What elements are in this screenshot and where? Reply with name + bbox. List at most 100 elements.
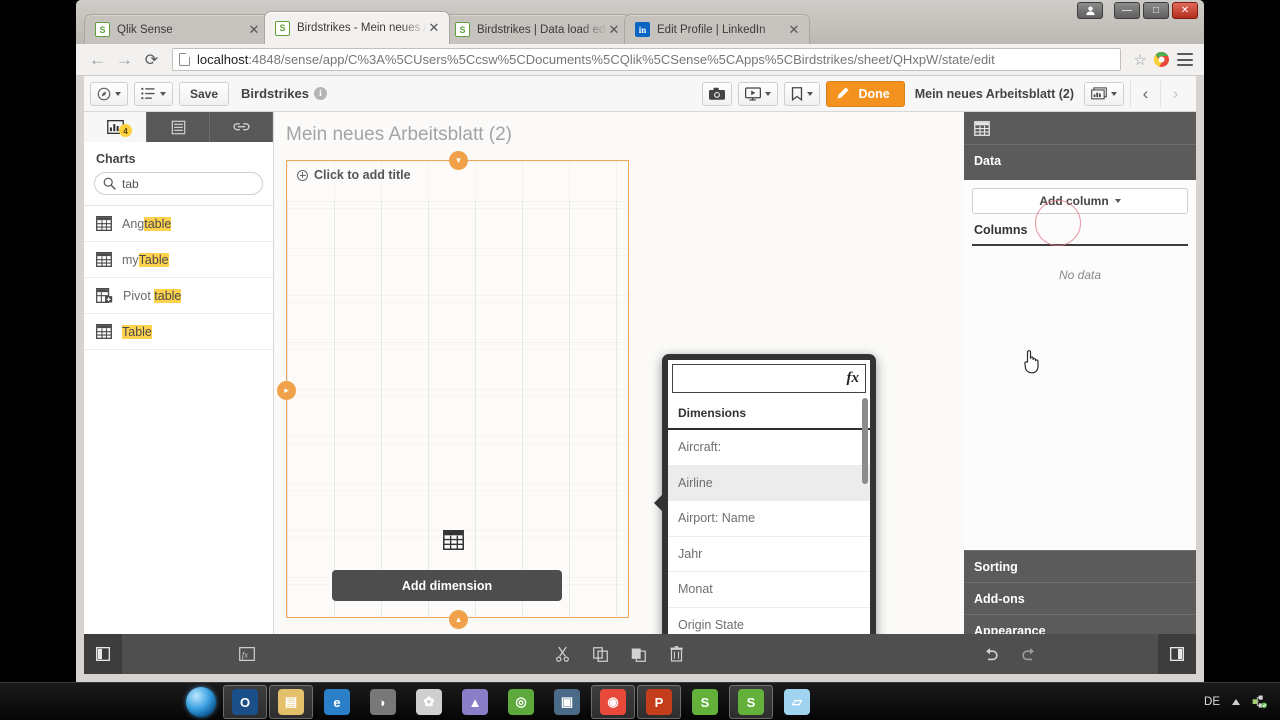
outlook-icon: O: [232, 689, 258, 715]
left-panel-toggle-button[interactable]: [84, 634, 122, 674]
properties-section-add-ons[interactable]: Add-ons: [964, 582, 1196, 614]
previous-sheet-button[interactable]: ‹: [1130, 80, 1160, 107]
chart-search-box[interactable]: ✕: [94, 172, 290, 195]
taskbar-item-powerpoint[interactable]: P: [637, 685, 681, 719]
taskbar-item-app-gray[interactable]: ◗: [361, 685, 405, 719]
internet-explorer-icon: e: [324, 689, 350, 715]
navigation-menu-button[interactable]: [90, 81, 128, 106]
close-icon[interactable]: ✕: [247, 23, 261, 36]
bookmark-button[interactable]: [784, 81, 821, 106]
next-sheet-button[interactable]: ›: [1160, 80, 1190, 107]
bookmark-star-icon[interactable]: ☆: [1134, 51, 1147, 69]
dimension-list: Aircraft: Airline Airport: Name Jahr Monat Or…: [668, 430, 870, 640]
table-object[interactable]: Click to add title Add dimension ▾ ▸ ▴: [277, 151, 629, 629]
minimize-button[interactable]: —: [1114, 2, 1140, 19]
dimension-list-item[interactable]: Jahr: [668, 537, 870, 572]
chart-list-item[interactable]: Pivot table: [84, 278, 273, 314]
taskbar-item-internet-explorer[interactable]: e: [315, 685, 359, 719]
sheet-list-button[interactable]: [134, 81, 173, 106]
info-icon[interactable]: i: [313, 87, 327, 100]
network-icon[interactable]: [1252, 695, 1268, 709]
taskbar-item-qlik-sense[interactable]: ◎: [499, 685, 543, 719]
chart-label-prefix: Pivot: [123, 288, 155, 303]
taskbar-item-qlik-app-2[interactable]: S: [729, 685, 773, 719]
expression-editor-icon[interactable]: fx: [847, 370, 860, 387]
fields-tab[interactable]: [147, 112, 210, 142]
taskbar-item-qlik-app-1[interactable]: S: [683, 685, 727, 719]
dimension-list-item[interactable]: Monat: [668, 572, 870, 608]
browser-tab[interactable]: S Birdstrikes - Mein neues A ✕: [264, 11, 450, 44]
table-icon: [96, 216, 112, 231]
master-items-tab[interactable]: [210, 112, 273, 142]
taskbar-item-chrome[interactable]: ◉: [591, 685, 635, 719]
qlik-app-2-icon: S: [738, 689, 764, 715]
resize-handle-bottom[interactable]: ▴: [449, 610, 468, 629]
sheet-overview-button[interactable]: [1084, 81, 1124, 106]
undo-button[interactable]: [972, 634, 1010, 674]
taskbar-item-notepad[interactable]: ▱: [775, 685, 819, 719]
properties-section-data[interactable]: Data: [964, 144, 1196, 176]
right-panel-toggle-button[interactable]: [1158, 634, 1196, 674]
charts-tab[interactable]: 4: [84, 112, 147, 142]
properties-section-sorting[interactable]: Sorting: [964, 550, 1196, 582]
expression-editor-button[interactable]: fx: [228, 634, 266, 674]
close-icon[interactable]: ✕: [607, 23, 621, 36]
taskbar-item-monitor-app[interactable]: ▣: [545, 685, 589, 719]
chart-search-input[interactable]: [122, 176, 277, 191]
extension-icon[interactable]: [1153, 51, 1170, 68]
save-button[interactable]: Save: [179, 81, 230, 106]
chart-list-item[interactable]: myTable: [84, 242, 273, 278]
resize-handle-left[interactable]: ▸: [277, 381, 296, 400]
copy-button[interactable]: [581, 634, 619, 674]
address-bar[interactable]: localhost:4848/sense/app/C%3A%5CUsers%5C…: [172, 48, 1121, 71]
taskbar-item-settings[interactable]: ✿: [407, 685, 451, 719]
maximize-button[interactable]: □: [1143, 2, 1169, 19]
url-path: :4848/sense/app/C%3A%5CUsers%5Ccsw%5CDoc…: [248, 52, 995, 67]
dimension-list-scrollbar[interactable]: [862, 398, 868, 484]
notepad-icon: ▱: [784, 689, 810, 715]
close-button[interactable]: ✕: [1172, 2, 1198, 19]
taskbar-item-keepass[interactable]: ▲: [453, 685, 497, 719]
object-title[interactable]: Click to add title: [297, 168, 411, 182]
snapshot-button[interactable]: [702, 81, 733, 106]
qlik-app-1-icon: S: [692, 689, 718, 715]
add-title-icon: [297, 169, 308, 181]
browser-tab[interactable]: in Edit Profile | LinkedIn ✕: [624, 14, 810, 44]
delete-button[interactable]: [657, 634, 695, 674]
show-hidden-icons-button[interactable]: [1232, 699, 1240, 705]
browser-tab[interactable]: S Birdstrikes | Data load ed ✕: [444, 14, 630, 44]
storytelling-button[interactable]: [738, 81, 779, 106]
dimension-list-item[interactable]: Aircraft:: [668, 430, 870, 466]
chrome-icon: ◉: [600, 689, 626, 715]
redo-button[interactable]: [1010, 634, 1048, 674]
done-button[interactable]: Done: [826, 80, 905, 107]
forward-button[interactable]: →: [111, 46, 138, 73]
browser-tab[interactable]: S Qlik Sense ✕: [84, 14, 270, 44]
language-indicator[interactable]: DE: [1204, 696, 1220, 708]
cut-button[interactable]: [543, 634, 581, 674]
back-button[interactable]: ←: [84, 46, 111, 73]
close-icon[interactable]: ✕: [787, 23, 801, 36]
chart-label-match: Table: [138, 252, 169, 267]
taskbar-item-outlook[interactable]: O: [223, 685, 267, 719]
close-icon[interactable]: ✕: [427, 21, 441, 34]
add-column-button[interactable]: Add column: [972, 188, 1188, 246]
resize-handle-top[interactable]: ▾: [449, 151, 468, 170]
user-profile-button[interactable]: [1077, 2, 1103, 19]
chart-list-item[interactable]: Table: [84, 314, 273, 350]
reload-button[interactable]: ⟳: [138, 46, 165, 73]
chart-list-item[interactable]: Angtable: [84, 206, 273, 242]
dimension-search-input[interactable]: [679, 371, 847, 386]
table-icon: [96, 324, 112, 339]
start-button[interactable]: [178, 685, 224, 719]
paste-button[interactable]: [619, 634, 657, 674]
dimension-list-item[interactable]: Airport: Name: [668, 501, 870, 537]
chart-label-prefix: Ang: [122, 216, 145, 231]
dimension-list-item[interactable]: Airline: [668, 465, 870, 501]
add-dimension-button[interactable]: Add dimension: [332, 570, 562, 601]
dimension-search-box[interactable]: fx: [672, 364, 866, 393]
chart-label-match: table: [144, 216, 172, 231]
chrome-menu-icon[interactable]: [1177, 53, 1193, 66]
browser-tab-title: Qlik Sense: [117, 23, 173, 36]
taskbar-item-file-explorer[interactable]: ▤: [269, 685, 313, 719]
